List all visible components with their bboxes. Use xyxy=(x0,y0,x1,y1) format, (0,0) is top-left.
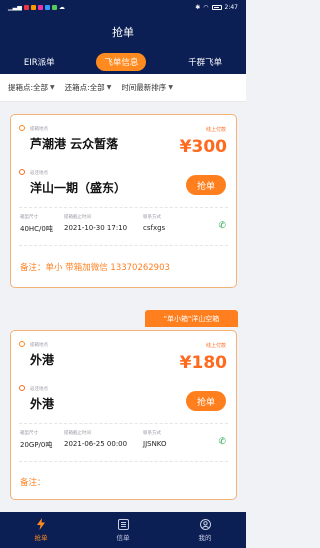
page-title-bar: 抢单 xyxy=(0,14,246,50)
top-tabs: EIR派单 飞单信息 千群飞单 xyxy=(0,50,246,74)
pickup-location: 芦潮港 云众暂落 xyxy=(30,137,119,151)
bluetooth-icon: ✱ xyxy=(195,3,201,11)
contact-label: 联系方式 xyxy=(143,431,161,436)
pickup-location-icon xyxy=(19,341,25,347)
pickup-label: 提箱地点 xyxy=(30,127,48,132)
divider xyxy=(19,245,228,246)
bottom-navigation: 抢单 信单 我的 xyxy=(0,512,246,548)
grab-order-button[interactable]: 抢单 xyxy=(186,175,226,195)
chevron-down-icon: ▼ xyxy=(106,84,112,91)
order-card[interactable]: 提箱地点 外港 线上付款 ¥180 返还地点 外港 抢单 箱型尺寸 20GP/0… xyxy=(10,330,237,500)
sort-label: 时间最新排序 xyxy=(121,83,167,92)
pickup-label: 提箱地点 xyxy=(30,343,48,348)
order-card[interactable]: 提箱地点 芦潮港 云众暂落 线上付款 ¥300 返还地点 洋山一期（盛东） 抢单… xyxy=(10,114,237,288)
order-tag-ribbon: "单小箱"洋山空箱 xyxy=(145,310,238,327)
app-notification-icon xyxy=(37,4,43,10)
order-remark: 备注：单小 带箱加微信 13370262903 xyxy=(20,263,170,273)
contact-value: JJSNKO xyxy=(143,440,167,448)
return-location-icon xyxy=(19,169,25,175)
status-icons-right: ✱ ◠ 2:47 xyxy=(195,4,238,11)
sort-dropdown[interactable]: 时间最新排序 ▼ xyxy=(121,82,173,93)
nav-profile[interactable]: 我的 xyxy=(180,518,230,542)
app-notification-icon xyxy=(30,4,36,10)
online-payment-label: 线上付款 xyxy=(205,343,226,349)
return-label: 返还地点 xyxy=(30,387,48,392)
deadline-value: 2021-10-30 17:10 xyxy=(64,224,128,232)
order-price: ¥300 xyxy=(179,137,227,157)
order-price: ¥180 xyxy=(179,353,227,373)
user-icon xyxy=(199,518,211,530)
phone-icon[interactable]: ✆ xyxy=(218,221,226,231)
clock-time: 2:47 xyxy=(224,3,238,11)
return-filter-dropdown[interactable]: 还箱点:全部 ▼ xyxy=(65,82,112,93)
return-location-icon xyxy=(19,385,25,391)
return-filter-label: 还箱点:全部 xyxy=(64,83,105,92)
online-payment-label: 线上付款 xyxy=(205,127,226,133)
grab-order-button[interactable]: 抢单 xyxy=(186,391,226,411)
return-location: 外港 xyxy=(30,397,55,411)
divider xyxy=(19,207,228,208)
nav-label: 抢单 xyxy=(34,534,48,542)
nav-label: 我的 xyxy=(198,534,212,542)
deadline-value: 2021-06-25 00:00 xyxy=(64,440,128,448)
order-remark: 备注： xyxy=(20,478,46,488)
divider xyxy=(19,423,228,424)
battery-icon xyxy=(211,4,222,10)
lightning-icon xyxy=(35,518,47,530)
wifi-icon: ◠ xyxy=(203,3,209,11)
return-label: 返还地点 xyxy=(30,171,48,176)
box-type-label: 箱型尺寸 xyxy=(20,431,38,436)
app-notification-icon xyxy=(51,4,57,10)
chevron-down-icon: ▼ xyxy=(50,84,55,91)
phone-icon[interactable]: ✆ xyxy=(218,437,226,447)
app-notification-icon xyxy=(23,4,29,10)
tab-flying-order-info[interactable]: 飞单信息 xyxy=(96,53,147,71)
pickup-filter-dropdown[interactable]: 提箱点:全部 ▼ xyxy=(8,82,55,93)
contact-value: csfxgs xyxy=(143,224,166,232)
status-icons-left: ▁▃▅ ☁ xyxy=(8,4,65,11)
box-type-value: 40HC/0吨 xyxy=(20,225,53,233)
box-type-value: 20GP/0吨 xyxy=(20,441,53,449)
status-bar: ▁▃▅ ☁ ✱ ◠ 2:47 xyxy=(0,0,246,14)
tab-eir-dispatch[interactable]: EIR派单 xyxy=(18,53,61,71)
contact-label: 联系方式 xyxy=(143,215,161,220)
box-type-label: 箱型尺寸 xyxy=(20,215,38,220)
list-icon xyxy=(117,518,129,530)
nav-orders[interactable]: 信单 xyxy=(98,518,148,542)
pickup-location-icon xyxy=(19,125,25,131)
app-notification-icon xyxy=(44,4,50,10)
deadline-label: 提箱截止时间 xyxy=(64,215,91,220)
signal-icon: ▁▃▅ xyxy=(8,3,22,11)
cloud-icon: ☁ xyxy=(58,3,65,11)
deadline-label: 提箱截止时间 xyxy=(64,431,91,436)
nav-grab-order[interactable]: 抢单 xyxy=(16,518,66,542)
filter-bar: 提箱点:全部 ▼ 还箱点:全部 ▼ 时间最新排序 ▼ xyxy=(0,74,246,102)
return-location: 洋山一期（盛东） xyxy=(30,181,127,195)
divider xyxy=(19,461,228,462)
page-title: 抢单 xyxy=(112,26,134,39)
pickup-filter-label: 提箱点:全部 xyxy=(8,83,49,92)
pickup-location: 外港 xyxy=(30,353,55,367)
tab-group-flying-order[interactable]: 千群飞单 xyxy=(182,53,228,71)
nav-label: 信单 xyxy=(116,534,130,542)
chevron-down-icon: ▼ xyxy=(168,84,173,91)
